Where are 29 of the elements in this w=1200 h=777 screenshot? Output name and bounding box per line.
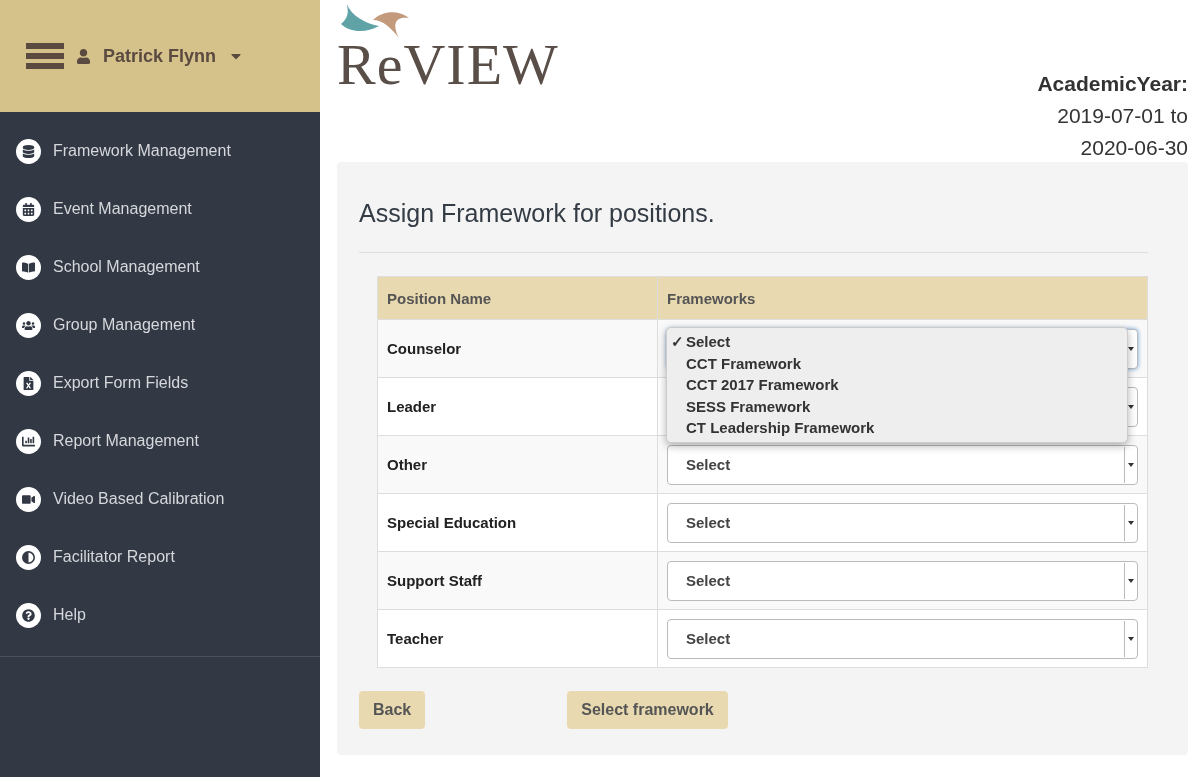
sidebar-item[interactable]: Event Management — [0, 180, 320, 238]
sidebar-item[interactable]: Export Form Fields — [0, 354, 320, 412]
back-button[interactable]: Back — [359, 691, 426, 729]
sidebar-item[interactable]: Facilitator Report — [0, 528, 320, 586]
framework-select[interactable]: Select — [667, 502, 1138, 543]
dropdown-option[interactable]: Select — [686, 333, 731, 351]
sidebar-item[interactable]: School Management — [0, 238, 320, 296]
dropdown-option[interactable]: CT Leadership Framework — [686, 419, 875, 437]
dropdown-option[interactable]: CCT Framework — [686, 354, 802, 372]
sidebar-item[interactable]: Group Management — [0, 296, 320, 354]
check-mark: ✓ — [671, 332, 685, 351]
select-framework-button[interactable]: Select framework — [567, 691, 728, 729]
page-title: Assign Framework for positions. — [359, 199, 716, 228]
position-cell: Teacher — [378, 610, 658, 667]
academic-year-start: 2019-07-01 to — [1057, 103, 1188, 129]
sidebar-item[interactable]: Framework Management — [0, 122, 320, 180]
sidebar-item[interactable]: Video Based Calibration — [0, 470, 320, 528]
logo-text: ReVIEW — [337, 36, 559, 94]
dropdown-option[interactable]: SESS Framework — [686, 397, 811, 415]
framework-select[interactable]: Select — [667, 560, 1138, 601]
academic-year-end: 2020-06-30 — [1080, 135, 1188, 161]
user-name[interactable]: Patrick Flynn — [103, 45, 217, 67]
sidebar-item[interactable]: Help — [0, 586, 320, 644]
framework-select[interactable]: Select — [667, 618, 1138, 659]
dropdown-option[interactable]: CCT 2017 Framework — [686, 376, 839, 394]
academic-year-label: AcademicYear: — [1037, 71, 1188, 97]
framework-select[interactable]: Select — [667, 444, 1138, 485]
column-header: Frameworks — [666, 288, 757, 309]
sidebar-item[interactable]: Report Management — [0, 412, 320, 470]
